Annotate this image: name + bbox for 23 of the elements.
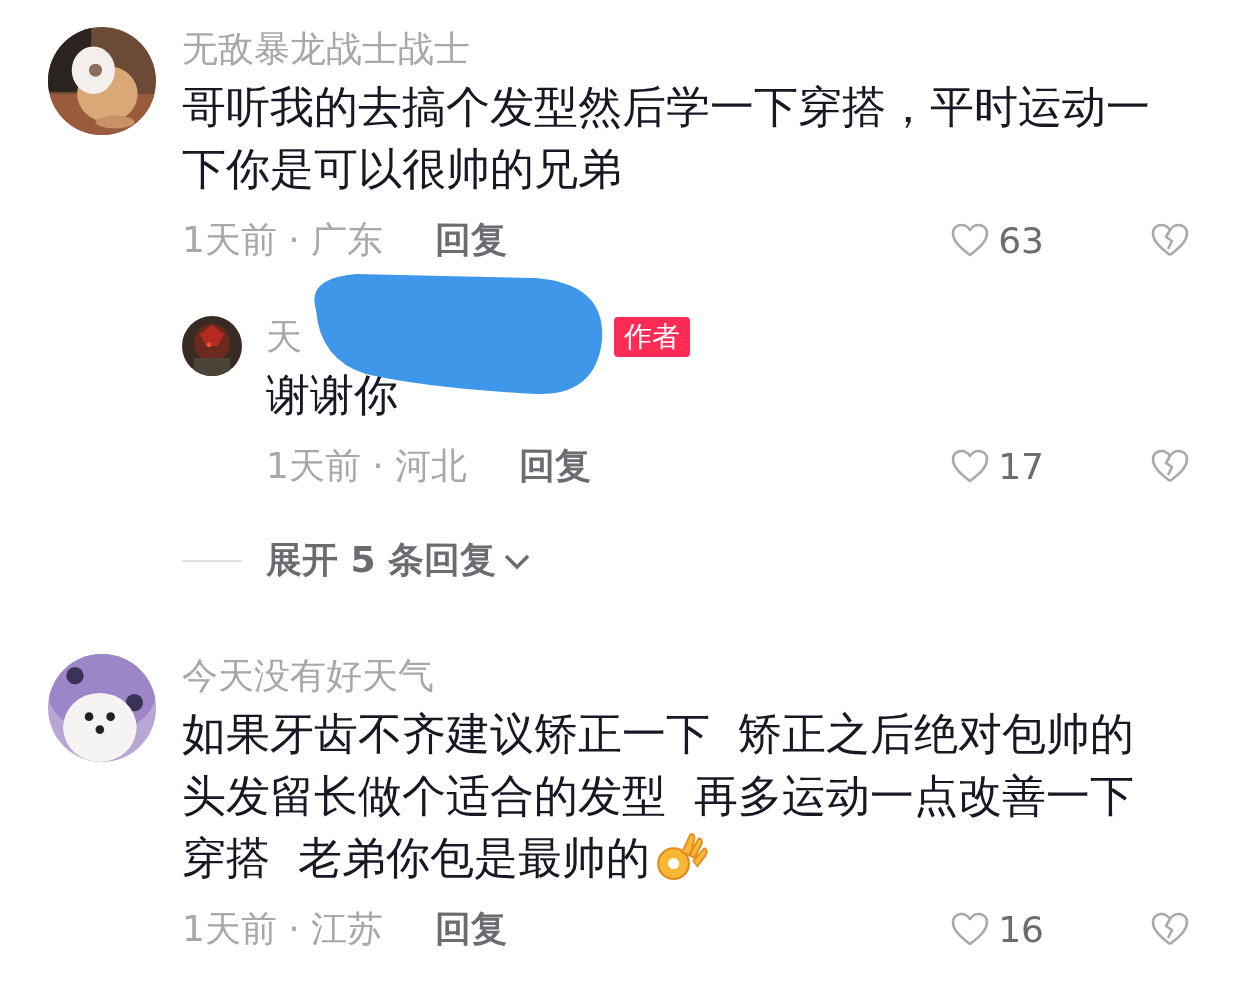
reply-button[interactable]: 回复 <box>519 441 592 491</box>
reply-button[interactable]: 回复 <box>435 904 508 954</box>
reply-button[interactable]: 回复 <box>435 215 508 265</box>
comment-text: 头发留长做个适合的发型 再多运动一点改善一下 <box>182 769 1134 823</box>
broken-heart-icon[interactable] <box>1150 222 1190 258</box>
broken-heart-icon[interactable] <box>1150 448 1190 484</box>
comment-text: 如果牙齿不齐建议矫正一下 矫正之后绝对包帅的 <box>182 707 1134 761</box>
heart-icon[interactable] <box>950 448 991 484</box>
expand-replies-button[interactable]: 展开 5 条回复 <box>266 536 533 585</box>
comment-text: 下你是可以很帅的兄弟 <box>182 142 622 196</box>
comment-text: 谢谢你 <box>266 368 398 422</box>
like-count: 16 <box>998 908 1044 950</box>
comment-meta: 1天前 · 广东 <box>182 217 384 262</box>
comment-text: 哥听我的去搞个发型然后学一下穿搭，平时运动一 <box>182 80 1150 134</box>
like-count: 17 <box>998 445 1044 487</box>
heart-icon[interactable] <box>950 911 991 947</box>
heart-icon[interactable] <box>950 222 991 258</box>
broken-heart-icon[interactable] <box>1150 911 1190 947</box>
like-count: 63 <box>998 219 1044 261</box>
comment-meta: 1天前 · 河北 <box>266 443 468 488</box>
comment-text: 穿搭 老弟你包是最帅的 <box>182 831 650 885</box>
comment-meta: 1天前 · 江苏 <box>182 906 384 951</box>
author-badge: 作者 <box>614 317 690 357</box>
